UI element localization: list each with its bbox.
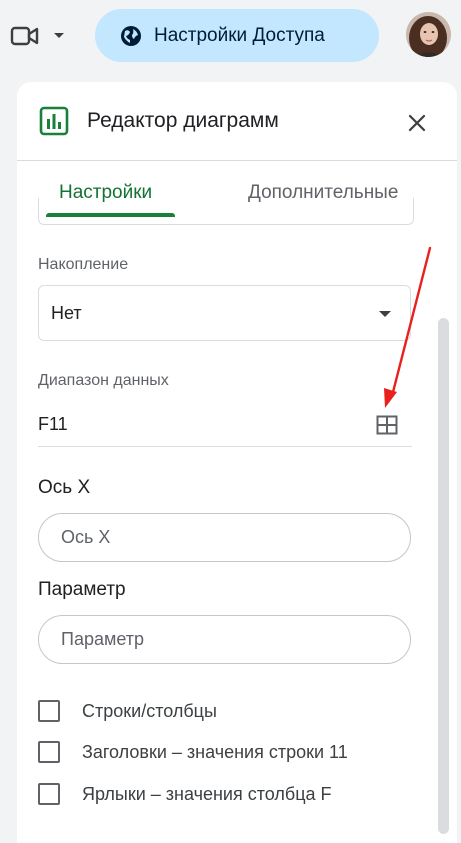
checkbox-label: Ярлыки – значения столбца F (82, 783, 332, 804)
parameter-input[interactable] (38, 615, 411, 664)
data-range-underline (38, 446, 412, 447)
parameter-label: Параметр (38, 579, 126, 600)
scrollbar[interactable] (438, 318, 449, 834)
close-icon[interactable] (405, 111, 429, 135)
panel-title: Редактор диаграмм (87, 109, 279, 132)
stacking-label: Накопление (38, 256, 129, 273)
stacking-select[interactable]: Нет (38, 285, 411, 341)
data-range-label: Диапазон данных (38, 372, 169, 389)
x-axis-input[interactable] (38, 513, 411, 562)
checkbox-headers-row[interactable]: Заголовки – значения строки 11 (38, 741, 348, 763)
checkbox-label: Строки/столбцы (82, 700, 217, 721)
share-button[interactable]: Настройки Доступа (95, 9, 379, 62)
panel-header: Редактор диаграмм (17, 82, 457, 161)
select-range-grid-icon[interactable] (375, 413, 399, 437)
checkbox-label: Заголовки – значения строки 11 (82, 741, 348, 762)
chart-icon (39, 106, 69, 136)
video-camera-icon[interactable] (10, 24, 40, 48)
avatar[interactable] (406, 12, 451, 57)
dropdown-arrow-icon (379, 311, 391, 317)
chevron-down-icon[interactable] (52, 28, 66, 42)
share-button-label: Настройки Доступа (154, 24, 325, 46)
x-axis-label: Ось X (38, 477, 91, 498)
top-bar: Настройки Доступа (0, 0, 461, 78)
data-range-value[interactable]: F11 (38, 414, 68, 435)
checkbox-labels-column[interactable]: Ярлыки – значения столбца F (38, 783, 332, 805)
previous-field-edge (38, 198, 414, 225)
checkbox[interactable] (38, 700, 60, 722)
checkbox-rows-columns[interactable]: Строки/столбцы (38, 700, 217, 722)
chart-editor-panel: Редактор диаграмм Настройки Дополнительн… (17, 82, 457, 843)
checkbox[interactable] (38, 783, 60, 805)
globe-icon (121, 25, 141, 46)
stacking-value: Нет (51, 303, 82, 323)
checkbox[interactable] (38, 741, 60, 763)
